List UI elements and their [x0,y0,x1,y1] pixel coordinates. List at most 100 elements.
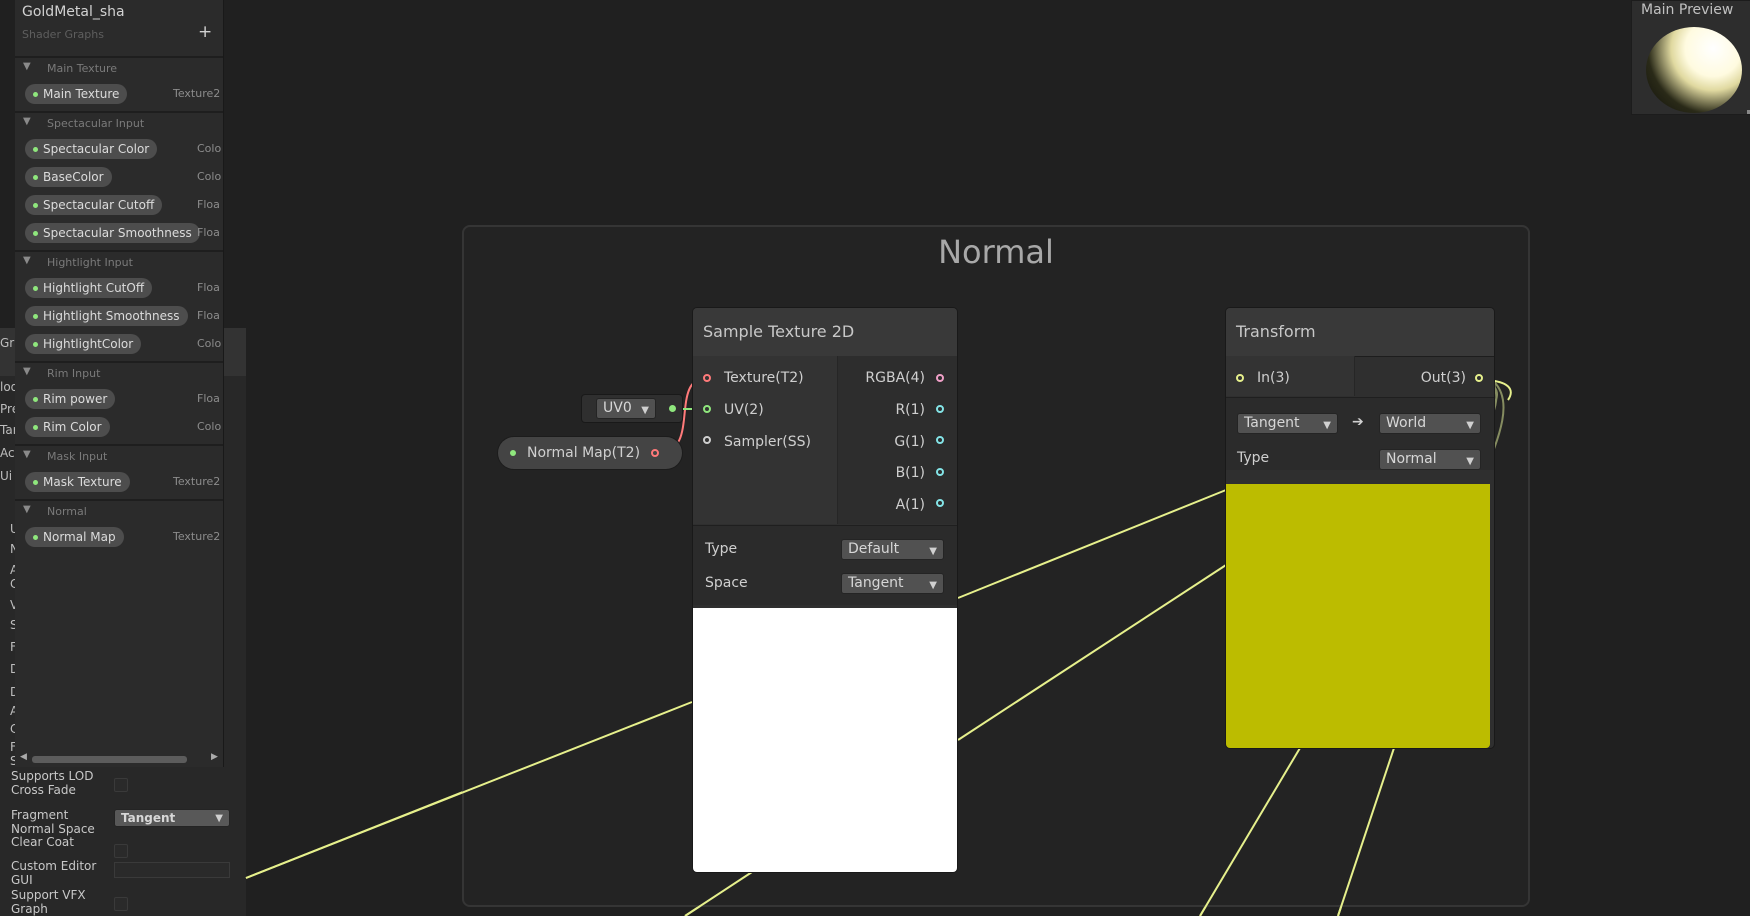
uv-input-label: UV(2) [724,402,764,418]
uv0-output-port[interactable] [669,405,676,412]
section-header[interactable]: ▼ Normal [15,502,223,520]
blackboard-title: GoldMetal_sha [22,4,125,20]
property-type: Texture2 [173,530,221,543]
blackboard-property[interactable]: BaseColor [25,167,112,187]
chevron-down-icon: ▼ [1323,420,1331,431]
section-title: Hightlight Input [47,256,133,269]
b-output-port[interactable] [936,468,944,476]
blackboard-property[interactable]: Hightlight CutOff [25,278,153,298]
normal-map-output-port[interactable] [651,449,659,457]
exposed-dot-icon [33,231,38,236]
transform-type-dropdown[interactable]: Normal ▼ [1379,449,1481,470]
blackboard-property[interactable]: Normal Map [25,527,124,547]
property-label: Hightlight CutOff [43,281,145,295]
out-output-label: Out(3) [1420,370,1466,386]
property-label: HightlightColor [43,337,134,351]
main-preview-title: Main Preview [1641,2,1734,18]
blackboard-property[interactable]: Main Texture [25,84,128,104]
setting-label: Custom Editor GUI [11,859,97,887]
custom-editor-gui-field[interactable] [114,862,230,878]
property-type: Colo [197,142,222,155]
collapse-triangle-icon[interactable]: ▼ [23,504,31,515]
exposed-dot-icon [33,286,38,291]
g-output-port[interactable] [936,436,944,444]
setting-checkbox[interactable] [114,897,128,911]
setting-checkbox[interactable] [114,844,128,858]
a-output-label: A(1) [895,497,925,513]
blackboard-property[interactable]: Spectacular Cutoff [25,195,163,215]
property-label: Main Texture [43,87,120,101]
collapse-triangle-icon[interactable]: ▼ [23,255,31,266]
exposed-dot-icon [33,175,38,180]
blackboard-panel[interactable]: GoldMetal_sha Shader Graphs + ▼ Main Text… [15,0,224,767]
scrollbar-thumb[interactable] [32,756,187,763]
collapse-triangle-icon[interactable]: ▼ [23,61,31,72]
blackboard-property[interactable]: Spectacular Smoothness [25,223,200,243]
type-dropdown[interactable]: Default ▼ [841,539,944,560]
section-header[interactable]: ▼ Main Texture [15,59,223,77]
r-output-port[interactable] [936,405,944,413]
section-title: Spectacular Input [47,117,145,130]
blackboard-property[interactable]: Rim Color [25,417,110,437]
property-dot-icon [510,450,516,456]
rgba-output-port[interactable] [936,374,944,382]
blackboard-horizontal-scrollbar[interactable]: ◀ ▶ [15,752,223,766]
property-label: Spectacular Cutoff [43,198,155,212]
uv-input-port[interactable] [703,405,711,413]
section-title: Rim Input [47,367,101,380]
setting-checkbox[interactable] [114,778,128,792]
uv-channel-dropdown[interactable]: UV0 ▼ [596,398,656,419]
blackboard-property[interactable]: Spectacular Color [25,139,158,159]
scroll-left-icon[interactable]: ◀ [20,752,27,762]
sampler-input-port[interactable] [703,436,711,444]
section-title: Main Texture [47,62,118,75]
out-output-port[interactable] [1475,374,1483,382]
node-header[interactable]: Transform [1226,308,1494,357]
blackboard-property[interactable]: Mask Texture [25,472,130,492]
section-divider [15,361,223,363]
exposed-dot-icon [33,342,38,347]
collapse-triangle-icon[interactable]: ▼ [23,449,31,460]
texture-input-port[interactable] [703,374,711,382]
add-property-button[interactable]: + [198,22,212,42]
blackboard-property[interactable]: Rim power [25,389,116,409]
to-space-dropdown[interactable]: World ▼ [1379,413,1481,434]
g-output-label: G(1) [894,434,925,450]
fragment-normal-space-dropdown[interactable]: Tangent ▼ [114,809,230,827]
uv-node[interactable]: UV0 ▼ [582,395,682,422]
type-label: Type [705,541,738,557]
property-node-normal-map[interactable]: Normal Map(T2) [498,437,682,469]
rgba-output-label: RGBA(4) [865,370,925,386]
section-header[interactable]: ▼ Mask Input [15,447,223,465]
in-input-port[interactable] [1236,374,1244,382]
property-label: Rim power [43,392,108,406]
scroll-right-icon[interactable]: ▶ [211,752,218,762]
section-divider [15,111,223,113]
node-header[interactable]: Sample Texture 2D [693,308,957,357]
from-space-dropdown[interactable]: Tangent ▼ [1237,413,1338,434]
section-header[interactable]: ▼ Rim Input [15,364,223,382]
main-preview-panel[interactable]: Main Preview [1631,0,1750,115]
arrow-right-icon: ➔ [1352,414,1364,430]
blackboard-property[interactable]: Hightlight Smoothness [25,306,188,326]
property-type: Colo [197,420,222,433]
collapse-triangle-icon[interactable]: ▼ [23,366,31,377]
blackboard-property[interactable]: HightlightColor [25,334,142,354]
section-header[interactable]: ▼ Hightlight Input [15,253,223,271]
preview-sphere[interactable] [1646,27,1742,113]
exposed-dot-icon [33,314,38,319]
transform-node[interactable]: Transform In(3) Out(3) Tangent ▼ ➔ World… [1226,308,1494,748]
collapse-triangle-icon[interactable]: ▼ [23,116,31,127]
exposed-dot-icon [33,203,38,208]
property-type: Floa [197,392,220,405]
section-divider [15,499,223,501]
property-node-label: Normal Map(T2) [527,445,641,461]
sample-texture-2d-node[interactable]: Sample Texture 2D Texture(T2) UV(2) Samp… [693,308,957,872]
section-header[interactable]: ▼ Spectacular Input [15,114,223,132]
b-output-label: B(1) [895,465,925,481]
section-title: Normal [47,505,87,518]
chevron-down-icon: ▼ [929,580,937,591]
space-dropdown[interactable]: Tangent ▼ [841,573,944,594]
a-output-port[interactable] [936,499,944,507]
property-label: BaseColor [43,170,104,184]
